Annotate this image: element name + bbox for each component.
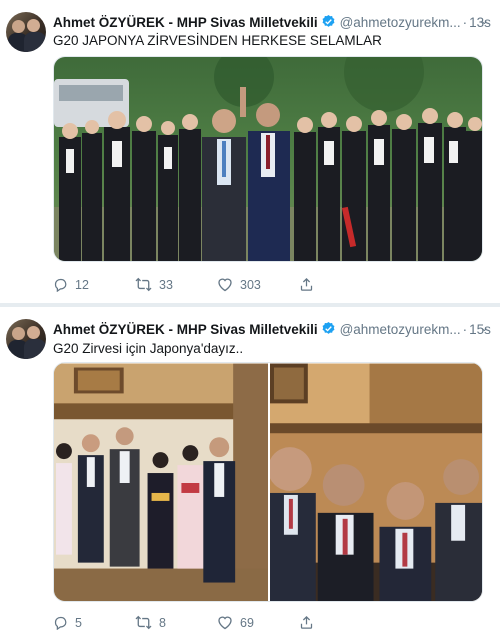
tweet-actions: 5 8 69 [53,615,323,630]
retweet-count: 8 [159,615,166,630]
like-count: 69 [240,615,254,630]
heart-icon [218,278,232,292]
heart-icon [218,616,232,630]
retweet-button[interactable]: 33 [135,277,217,292]
retweet-icon [135,277,152,292]
reply-count: 12 [75,277,89,292]
like-button[interactable]: 69 [217,615,299,630]
verified-badge-icon [321,321,336,339]
tweet-actions: 12 33 303 [53,277,323,292]
retweet-button[interactable]: 8 [135,615,217,630]
retweet-count: 33 [159,277,173,292]
tweet-header: Ahmet ÖZYÜREK - MHP Sivas Milletvekili @a… [53,14,491,32]
tweet-text: G20 JAPONYA ZİRVESİNDEN HERKESE SELAMLAR [53,33,382,48]
reply-button[interactable]: 5 [53,615,135,630]
chevron-down-icon[interactable]: ⌄ [480,321,489,334]
tweet[interactable]: Ahmet ÖZYÜREK - MHP Sivas Milletvekili @a… [0,0,500,304]
reply-count: 5 [75,615,82,630]
share-button[interactable] [299,277,323,292]
tweet-photo-right [269,363,482,601]
share-button[interactable] [299,615,323,630]
avatar[interactable] [6,12,46,52]
retweet-icon [135,615,152,630]
tweet-photo-grid [53,362,483,602]
tweet-header: Ahmet ÖZYÜREK - MHP Sivas Milletvekili @a… [53,321,491,339]
verified-badge-icon [321,14,336,32]
like-button[interactable]: 303 [217,277,299,292]
like-count: 303 [240,277,261,292]
tweet-photo[interactable] [53,56,483,262]
tweet-text: G20 Zirvesi için Japonya'dayız.. [53,341,244,356]
tweet[interactable]: Ahmet ÖZYÜREK - MHP Sivas Milletvekili @a… [0,307,500,639]
reply-button[interactable]: 12 [53,277,135,292]
avatar[interactable] [6,319,46,359]
share-icon [300,615,313,629]
reply-icon [54,278,67,292]
author-name[interactable]: Ahmet ÖZYÜREK - MHP Sivas Milletvekili [53,15,318,30]
reply-icon [54,616,67,630]
author-handle[interactable]: @ahmetozyurekm... [340,322,461,337]
chevron-down-icon[interactable]: ⌄ [480,14,489,27]
author-handle[interactable]: @ahmetozyurekm... [340,15,461,30]
tweet-photo-left [54,363,268,601]
author-name[interactable]: Ahmet ÖZYÜREK - MHP Sivas Milletvekili [53,322,318,337]
share-icon [300,277,313,291]
